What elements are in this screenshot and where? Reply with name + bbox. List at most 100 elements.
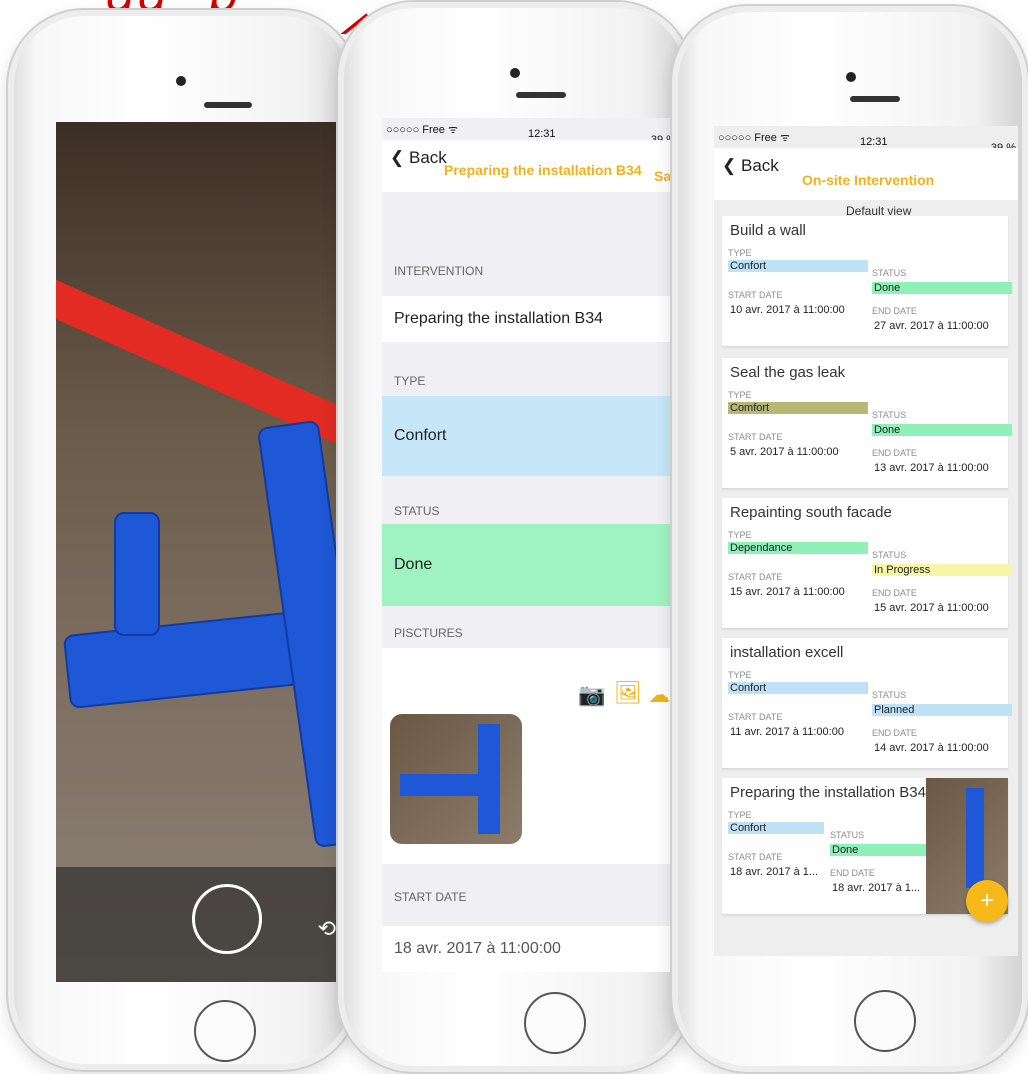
end-date-label: END DATE: [872, 306, 917, 316]
picture-thumbnail[interactable]: [390, 714, 522, 844]
home-button[interactable]: [194, 1000, 256, 1062]
status-field[interactable]: Done: [382, 524, 678, 606]
list-screen: ○○○○○ Free ᯤ 12:31 39 % ❮ Back On-site I…: [714, 126, 1018, 956]
camera-controls-bar: ⟲: [56, 867, 354, 982]
pictures-section-header: PISCTURES: [382, 626, 678, 646]
end-date-label: END DATE: [830, 868, 875, 878]
type-label: TYPE: [728, 810, 752, 820]
list-item[interactable]: Repainting south facade TYPE Dependance STA…: [722, 498, 1012, 629]
status-value: Done: [872, 424, 1012, 436]
type-label: TYPE: [728, 390, 752, 400]
card-title: Preparing the installation B34: [730, 784, 926, 801]
clock-label: 12:31: [860, 136, 888, 148]
status-section-header: STATUS: [382, 504, 678, 524]
back-label: Back: [740, 156, 779, 175]
phone-intervention-list: ○○○○○ Free ᯤ 12:31 39 % ❮ Back On-site I…: [670, 4, 1028, 1074]
status-bar: ○○○○○ Free ᯤ 12:31 39 %: [382, 118, 678, 146]
gallery-icon[interactable]: 🖼: [614, 680, 642, 706]
end-date-value: 13 avr. 2017 à 11:00:00: [874, 462, 989, 474]
end-date-value: 14 avr. 2017 à 11:00:00: [874, 742, 989, 754]
start-date-section-header: START DATE: [382, 890, 678, 910]
card-title: Build a wall: [730, 222, 806, 239]
type-value: Dependance: [728, 542, 868, 554]
type-value: Confort: [728, 822, 824, 834]
carrier-label: ○○○○○ Free ᯤ: [386, 124, 458, 136]
back-button[interactable]: ❮ Back: [390, 148, 447, 168]
card-title: installation excell: [730, 644, 844, 661]
start-date-label: START DATE: [728, 712, 783, 722]
pictures-panel: 📷 🖼 ☁: [382, 648, 678, 864]
start-date-value: 18 avr. 2017 à 1...: [730, 866, 819, 878]
start-date-field[interactable]: 18 avr. 2017 à 11:00:00: [382, 926, 678, 972]
end-date-label: END DATE: [872, 728, 917, 738]
back-button[interactable]: ❮ Back: [722, 156, 779, 176]
end-date-value: 27 avr. 2017 à 11:00:00: [874, 320, 989, 332]
speaker-grille: [850, 96, 900, 102]
page-title: Preparing the installation B34: [444, 162, 642, 178]
detail-screen: ○○○○○ Free ᯤ 12:31 39 % ❮ Back Preparing…: [382, 118, 678, 972]
status-value: Planned: [872, 704, 1012, 716]
card-title: Repainting south facade: [730, 504, 892, 521]
start-date-value: 15 avr. 2017 à 11:00:00: [730, 586, 845, 598]
type-field[interactable]: Confort: [382, 396, 678, 476]
home-button[interactable]: [524, 992, 586, 1054]
type-value: Confort: [728, 260, 868, 272]
status-value: Done: [830, 844, 928, 856]
switch-camera-icon[interactable]: ⟲: [318, 916, 336, 942]
speaker-grille: [204, 102, 252, 108]
card-title: Seal the gas leak: [730, 364, 846, 381]
back-label: Back: [408, 148, 447, 167]
intervention-section-header: INTERVENTION: [382, 264, 678, 284]
thumbnail-blue-valve: [966, 788, 984, 888]
home-button[interactable]: [854, 990, 916, 1052]
list-item[interactable]: Preparing the installation B34 TYPE Confor…: [722, 778, 1008, 915]
list-item[interactable]: Seal the gas leak TYPE Comfort STATUS Done ST…: [722, 358, 1012, 489]
photo-blue-valve-handle: [114, 512, 160, 636]
type-value: Confort: [728, 682, 868, 694]
end-date-label: END DATE: [872, 448, 917, 458]
type-label: TYPE: [728, 670, 752, 680]
camera-icon[interactable]: 📷: [578, 682, 605, 708]
type-value: Comfort: [728, 402, 868, 414]
save-button[interactable]: Sa: [654, 168, 671, 184]
status-value: In Progress: [872, 564, 1012, 576]
start-date-value: 10 avr. 2017 à 11:00:00: [730, 304, 845, 316]
clock-label: 12:31: [528, 128, 556, 140]
status-label: STATUS: [872, 410, 907, 420]
start-date-label: START DATE: [728, 432, 783, 442]
intervention-field[interactable]: Preparing the installation B34: [382, 296, 678, 342]
start-date-value: 11 avr. 2017 à 11:00:00: [730, 726, 844, 738]
nav-bar: ❮ Back Preparing the installation B34 Sa: [382, 140, 678, 192]
nav-bar: ❮ Back On-site Intervention Default view: [714, 148, 1018, 218]
chevron-left-icon: ❮: [722, 156, 737, 175]
phone-intervention-detail: ○○○○○ Free ᯤ 12:31 39 % ❮ Back Preparing…: [336, 0, 694, 1074]
type-label: TYPE: [728, 248, 752, 258]
shutter-button[interactable]: [192, 884, 262, 954]
status-label: STATUS: [872, 690, 907, 700]
speaker-grille: [516, 92, 566, 98]
status-bar: ○○○○○ Free ᯤ 12:31 39 %: [714, 126, 1018, 154]
list-item[interactable]: installation excell TYPE Confort STATUS Plan…: [722, 638, 1012, 769]
carrier-label: ○○○○○ Free ᯤ: [718, 132, 790, 144]
status-label: STATUS: [872, 268, 907, 278]
front-camera-icon: [846, 72, 856, 82]
thumbnail-blue-valve: [478, 724, 500, 834]
type-label: TYPE: [728, 530, 752, 540]
type-section-header: TYPE: [382, 374, 678, 394]
end-date-label: END DATE: [872, 588, 917, 598]
start-date-label: START DATE: [728, 572, 783, 582]
list-item[interactable]: Build a wall TYPE Confort STATUS Done START D…: [722, 216, 1012, 347]
camera-viewfinder[interactable]: ⟲: [56, 122, 354, 982]
front-camera-icon: [510, 68, 520, 78]
chevron-left-icon: ❮: [390, 148, 405, 167]
start-date-label: START DATE: [728, 852, 783, 862]
add-button[interactable]: +: [966, 880, 1008, 922]
phone-camera: ⟲: [6, 8, 360, 1072]
status-label: STATUS: [830, 830, 865, 840]
status-value: Done: [872, 282, 1012, 294]
cloud-icon[interactable]: ☁: [648, 682, 670, 708]
start-date-label: START DATE: [728, 290, 783, 300]
end-date-value: 18 avr. 2017 à 1...: [832, 882, 921, 894]
start-date-value: 5 avr. 2017 à 11:00:00: [730, 446, 839, 458]
page-title: On-site Intervention: [802, 172, 935, 188]
